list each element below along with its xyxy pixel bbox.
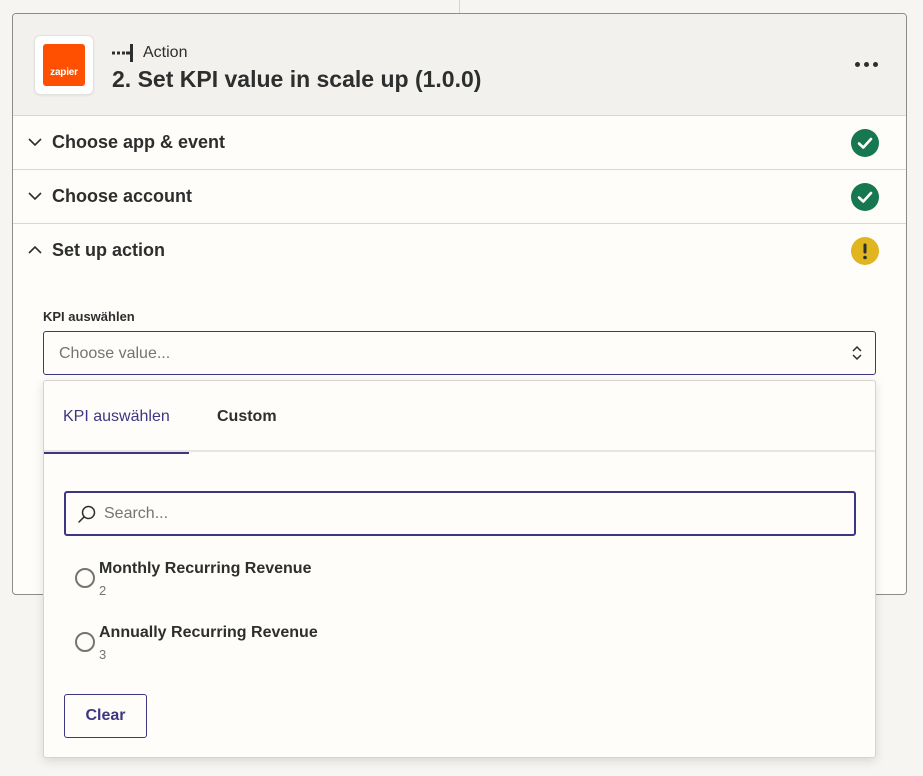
section-title: Choose account xyxy=(52,186,193,206)
select-arrows-icon xyxy=(852,345,862,361)
more-options-button[interactable] xyxy=(848,52,884,76)
app-logo: zapier xyxy=(34,35,94,95)
select-placeholder: Choose value... xyxy=(59,345,171,362)
step-title: 2. Set KPI value in scale up (1.0.0) xyxy=(112,66,482,92)
zapier-logo-icon: zapier xyxy=(43,44,85,86)
chevron-down-icon xyxy=(28,192,42,201)
step-type-label: Action xyxy=(143,44,188,61)
chevron-up-icon xyxy=(28,245,42,254)
kpi-field-label: KPI auswählen xyxy=(43,309,135,324)
more-horizontal-icon xyxy=(854,61,860,67)
check-circle-icon xyxy=(851,183,879,211)
option-value: 2 xyxy=(99,583,107,598)
kpi-select[interactable]: Choose value... xyxy=(43,331,876,375)
radio-button[interactable] xyxy=(75,568,95,588)
search-field xyxy=(64,491,856,536)
kpi-dropdown: KPI auswählen Custom Monthly Recurring R… xyxy=(43,380,876,758)
step-header: zapier Action 2. Set KPI value in scale … xyxy=(13,14,906,116)
section-title: Set up action xyxy=(52,240,166,260)
tab-custom[interactable]: Custom xyxy=(198,381,296,452)
warning-circle-icon xyxy=(851,237,879,265)
background-divider xyxy=(459,0,460,14)
clear-button[interactable]: Clear xyxy=(64,694,147,738)
search-icon xyxy=(78,505,96,523)
check-circle-icon xyxy=(851,129,879,157)
option-value: 3 xyxy=(99,647,107,662)
tab-kpi-auswaehlen[interactable]: KPI auswählen xyxy=(44,381,189,454)
option-label: Monthly Recurring Revenue xyxy=(99,560,312,577)
option-annually-recurring-revenue[interactable]: Annually Recurring Revenue 3 xyxy=(64,622,664,670)
search-input[interactable] xyxy=(104,500,844,528)
action-step-icon xyxy=(112,44,133,62)
dropdown-tabs: KPI auswählen Custom xyxy=(44,381,875,454)
section-title: Choose app & event xyxy=(52,132,226,152)
option-monthly-recurring-revenue[interactable]: Monthly Recurring Revenue 2 xyxy=(64,558,664,606)
chevron-down-icon xyxy=(28,138,42,147)
option-label: Annually Recurring Revenue xyxy=(99,624,318,641)
section-choose-app-event[interactable]: Choose app & event xyxy=(13,116,906,170)
step-type: Action xyxy=(112,44,187,62)
section-choose-account[interactable]: Choose account xyxy=(13,170,906,224)
section-set-up-action[interactable]: Set up action xyxy=(13,224,906,278)
radio-button[interactable] xyxy=(75,632,95,652)
